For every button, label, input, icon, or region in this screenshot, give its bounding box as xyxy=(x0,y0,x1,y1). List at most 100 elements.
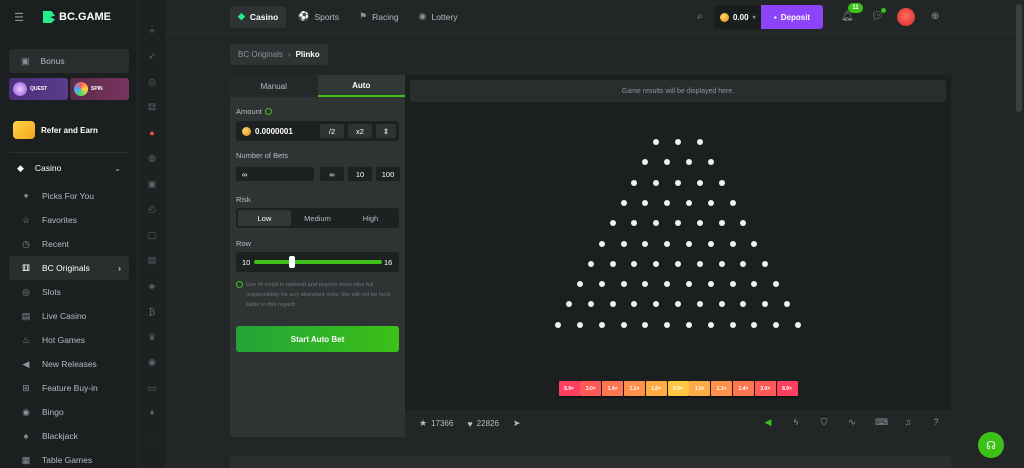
breadcrumb-parent[interactable]: BC Originals xyxy=(238,50,283,59)
likes-stat[interactable]: ♥ 22826 xyxy=(467,419,499,429)
amount-input[interactable]: 0.0000001 xyxy=(242,127,293,136)
tab-auto[interactable]: Auto xyxy=(317,75,405,97)
tab-sports[interactable]: ⚽ Sports xyxy=(290,6,347,28)
stepper-icon[interactable]: ⇕ xyxy=(376,124,396,138)
info-icon[interactable] xyxy=(264,108,272,115)
plinko-peg xyxy=(653,179,660,186)
quest-button[interactable]: QUEST xyxy=(9,78,68,100)
refer-and-earn-button[interactable]: Refer and Earn xyxy=(9,115,129,145)
results-bar: Game results will be displayed here. xyxy=(410,80,946,102)
search-icon[interactable]: ⌕ xyxy=(697,11,703,22)
brand-logo[interactable]: BC.GAME xyxy=(43,11,111,23)
menu-icon[interactable]: ☰ xyxy=(12,10,26,24)
rail-basketball-icon[interactable]: ● xyxy=(147,128,157,138)
plinko-peg xyxy=(653,301,660,308)
balance-selector[interactable]: 0.00 ▾ xyxy=(714,5,762,29)
chevron-down-icon: ▾ xyxy=(752,14,756,21)
script-disclaimer: Use of script is optional and players mu… xyxy=(236,280,399,310)
share-button[interactable]: ➤ xyxy=(513,418,521,429)
bets-input[interactable]: ∞ xyxy=(236,167,314,181)
bets-infinite-button[interactable]: ∞ xyxy=(320,167,344,181)
lightning-icon[interactable]: ϟ xyxy=(791,417,801,428)
risk-high[interactable]: High xyxy=(344,210,397,226)
plinko-peg xyxy=(751,321,758,328)
risk-medium[interactable]: Medium xyxy=(291,210,344,226)
plinko-peg xyxy=(685,240,692,247)
bets-100-button[interactable]: 100 xyxy=(376,167,400,181)
rail-wallet-icon[interactable]: ▭ xyxy=(147,383,157,393)
rail-card-icon[interactable]: ▤ xyxy=(147,255,157,266)
disclaimer-text: Use of script is optional and players mu… xyxy=(246,282,390,308)
sound-icon[interactable]: ◀ xyxy=(763,417,773,428)
rail-bitcoin-icon[interactable]: ₿ xyxy=(147,307,157,317)
rail-target-icon[interactable]: ◎ xyxy=(147,77,157,87)
row-label: Row xyxy=(236,239,252,248)
deposit-button[interactable]: ▪ Deposit xyxy=(761,5,823,29)
plinko-peg xyxy=(620,321,627,328)
stats-icon[interactable]: ∿ xyxy=(847,417,857,428)
sidebar-item-casino[interactable]: ◆ Casino ⌄ xyxy=(9,156,129,180)
rail-sparkle-icon[interactable]: ✦ xyxy=(147,408,157,419)
music-icon[interactable]: ♫ xyxy=(903,417,913,428)
multiplier-slot: 3.0× xyxy=(580,381,602,396)
sidebar-item-label: Live Casino xyxy=(42,311,87,321)
favorites-stat[interactable]: ★ 17366 xyxy=(419,418,453,429)
support-headset-icon[interactable]: ☊ xyxy=(978,432,1004,458)
start-auto-bet-button[interactable]: Start Auto Bet xyxy=(236,326,399,352)
sidebar-item-favorites[interactable]: ☆ Favorites xyxy=(0,208,137,232)
half-button[interactable]: /2 xyxy=(320,124,344,138)
flame-icon: ♨ xyxy=(21,334,31,345)
sidebar-item-new-releases[interactable]: ◀ New Releases xyxy=(0,352,137,376)
rail-stopwatch-icon[interactable]: ◴ xyxy=(147,204,157,215)
help-icon[interactable]: ? xyxy=(931,417,941,428)
tab-lottery[interactable]: ◉ Lottery xyxy=(411,6,466,28)
spin-button[interactable]: SPIN xyxy=(70,78,129,100)
tab-racing[interactable]: ⚑ Racing xyxy=(351,6,407,28)
rail-football-icon[interactable]: ◍ xyxy=(147,153,157,164)
row-slider-handle[interactable] xyxy=(289,256,295,268)
plinko-peg xyxy=(707,281,714,288)
rail-ticket-icon[interactable]: ▢ xyxy=(147,230,157,240)
double-button[interactable]: x2 xyxy=(348,124,372,138)
shield-icon[interactable]: ⛉ xyxy=(819,417,829,428)
tab-manual[interactable]: Manual xyxy=(230,75,318,97)
sidebar-item-feature-buy-in[interactable]: ⊞ Feature Buy-in xyxy=(0,376,137,400)
avatar[interactable] xyxy=(897,8,915,26)
plinko-peg xyxy=(718,220,725,227)
slot-icon: ◎ xyxy=(22,286,30,297)
sidebar-item-recent[interactable]: ◷ Recent xyxy=(0,232,137,256)
risk-low[interactable]: Low xyxy=(238,210,291,226)
sidebar-item-bingo[interactable]: ◉ Bingo xyxy=(0,400,137,424)
rail-chip-icon[interactable]: ◉ xyxy=(147,357,157,368)
live-icon: ▤ xyxy=(21,310,31,321)
sidebar-item-picks-for-you[interactable]: ✦ Picks For You xyxy=(0,184,137,208)
page-scrollbar[interactable] xyxy=(1014,0,1024,468)
sidebar-item-slots[interactable]: ◎ Slots xyxy=(0,280,137,304)
tab-casino[interactable]: ◆ Casino xyxy=(230,5,287,28)
sidebar-item-bc-originals[interactable]: ⚅ BC Originals › xyxy=(9,256,129,280)
bets-10-button[interactable]: 10 xyxy=(348,167,372,181)
keyboard-icon[interactable]: ⌨ xyxy=(875,417,888,428)
rail-dice-icon[interactable]: ⚄ xyxy=(147,102,157,113)
rail-cube-icon[interactable]: ▣ xyxy=(147,179,157,189)
rail-game-icon[interactable]: ◈ xyxy=(147,281,157,291)
sidebar-item-table-games[interactable]: ▦ Table Games xyxy=(0,448,137,468)
row-slider-track[interactable] xyxy=(254,260,382,264)
rail-rocket-icon[interactable]: ➶ xyxy=(147,51,157,62)
coins-icon xyxy=(13,121,35,139)
plinko-peg xyxy=(642,159,649,166)
sidebar-item-hot-games[interactable]: ♨ Hot Games xyxy=(0,328,137,352)
sidebar-item-blackjack[interactable]: ♠ Blackjack xyxy=(0,424,137,448)
rail-pin-icon[interactable]: ⌖ xyxy=(147,26,157,36)
rail-trophy-icon[interactable]: ♛ xyxy=(147,332,157,342)
sidebar-item-live-casino[interactable]: ▤ Live Casino xyxy=(0,304,137,328)
globe-icon[interactable]: ⊕ xyxy=(931,11,939,22)
racing-icon: ⚑ xyxy=(359,11,368,21)
plinko-peg xyxy=(664,240,671,247)
breadcrumb: BC Originals › Plinko xyxy=(230,44,328,65)
sidebar-item-bonus[interactable]: ▣ Bonus xyxy=(9,49,129,73)
bets-field: ∞ 10 100 ∞ xyxy=(236,164,400,184)
rail-ball-icon[interactable]: ◌ xyxy=(147,434,157,444)
scrollbar-thumb[interactable] xyxy=(1016,4,1022,112)
chevron-right-icon: › xyxy=(118,263,121,273)
